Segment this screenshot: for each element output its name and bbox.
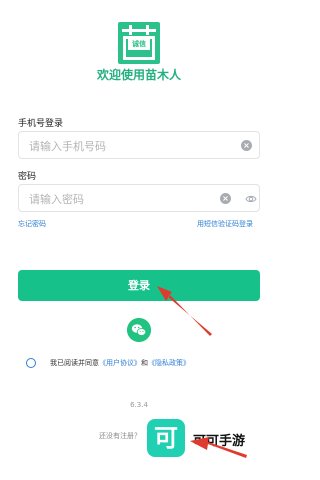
watermark-text: 可可手游 xyxy=(193,434,246,449)
login-button[interactable]: 登录 xyxy=(18,270,260,301)
phone-input[interactable] xyxy=(29,136,219,156)
password-field[interactable]: × xyxy=(18,184,260,212)
forgot-password-link[interactable]: 忘记密码 xyxy=(18,219,46,229)
logo-badge: 诚信 xyxy=(128,39,150,50)
phone-field[interactable]: × xyxy=(18,131,260,159)
privacy-policy-link[interactable]: 《隐私政策》 xyxy=(148,359,190,367)
password-label: 密码 xyxy=(18,172,37,182)
wechat-icon[interactable] xyxy=(127,318,151,342)
sms-login-link[interactable]: 用短信验证码登录 xyxy=(197,219,253,229)
eye-icon[interactable] xyxy=(245,193,257,205)
user-agreement-link[interactable]: 《用户协议》 xyxy=(99,359,141,367)
phone-label: 手机号登录 xyxy=(18,119,64,129)
app-logo: 诚信 xyxy=(118,22,160,64)
password-input[interactable] xyxy=(29,189,219,209)
watermark-logo: 可 xyxy=(147,419,185,457)
version-label: 6.3.4 xyxy=(130,401,148,409)
clear-icon[interactable]: × xyxy=(220,193,231,204)
agreement-text: 我已阅读并同意《用户协议》和《隐私政策》 xyxy=(50,359,190,367)
register-prompt: 还没有注册？ xyxy=(99,432,141,440)
welcome-title: 欢迎使用苗木人 xyxy=(96,68,181,82)
agreement-radio[interactable] xyxy=(26,358,36,368)
clear-icon[interactable]: × xyxy=(241,140,252,151)
